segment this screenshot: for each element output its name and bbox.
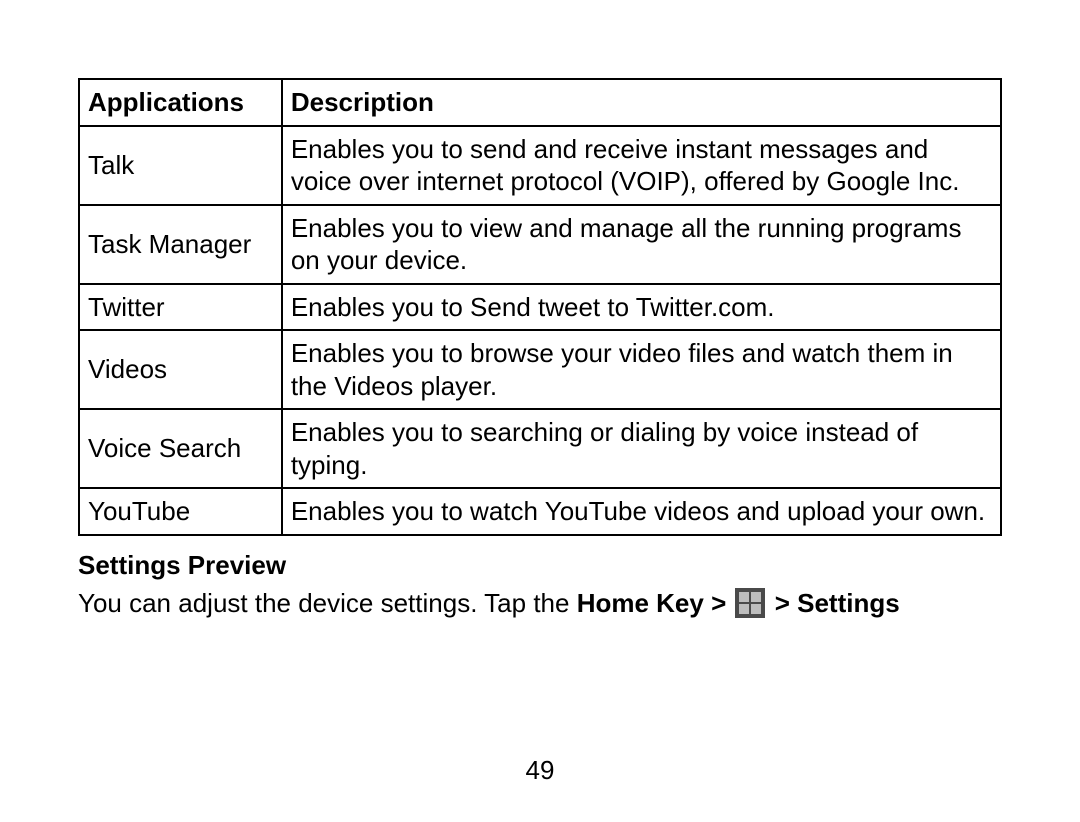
table-row: Twitter Enables you to Send tweet to Twi…: [79, 284, 1001, 331]
instruction-text-part1: You can adjust the device settings. Tap …: [78, 588, 577, 618]
settings-text: > Settings: [775, 588, 900, 618]
table-row: Voice Search Enables you to searching or…: [79, 409, 1001, 488]
page-number: 49: [0, 755, 1080, 786]
table-row: YouTube Enables you to watch YouTube vid…: [79, 488, 1001, 535]
app-name-cell: YouTube: [79, 488, 282, 535]
app-desc-cell: Enables you to Send tweet to Twitter.com…: [282, 284, 1001, 331]
app-name-cell: Twitter: [79, 284, 282, 331]
app-desc-cell: Enables you to browse your video files a…: [282, 330, 1001, 409]
apps-grid-icon: [735, 588, 765, 618]
table-row: Task Manager Enables you to view and man…: [79, 205, 1001, 284]
app-name-cell: Talk: [79, 126, 282, 205]
app-name-cell: Task Manager: [79, 205, 282, 284]
table-row: Talk Enables you to send and receive ins…: [79, 126, 1001, 205]
app-name-cell: Videos: [79, 330, 282, 409]
header-description: Description: [282, 79, 1001, 126]
header-applications: Applications: [79, 79, 282, 126]
applications-table: Applications Description Talk Enables yo…: [78, 78, 1002, 536]
table-header-row: Applications Description: [79, 79, 1001, 126]
table-row: Videos Enables you to browse your video …: [79, 330, 1001, 409]
app-name-cell: Voice Search: [79, 409, 282, 488]
app-desc-cell: Enables you to searching or dialing by v…: [282, 409, 1001, 488]
home-key-text: Home Key >: [577, 588, 734, 618]
app-desc-cell: Enables you to view and manage all the r…: [282, 205, 1001, 284]
app-desc-cell: Enables you to send and receive instant …: [282, 126, 1001, 205]
app-desc-cell: Enables you to watch YouTube videos and …: [282, 488, 1001, 535]
section-heading: Settings Preview: [78, 550, 1002, 581]
settings-instruction: You can adjust the device settings. Tap …: [78, 587, 1002, 621]
